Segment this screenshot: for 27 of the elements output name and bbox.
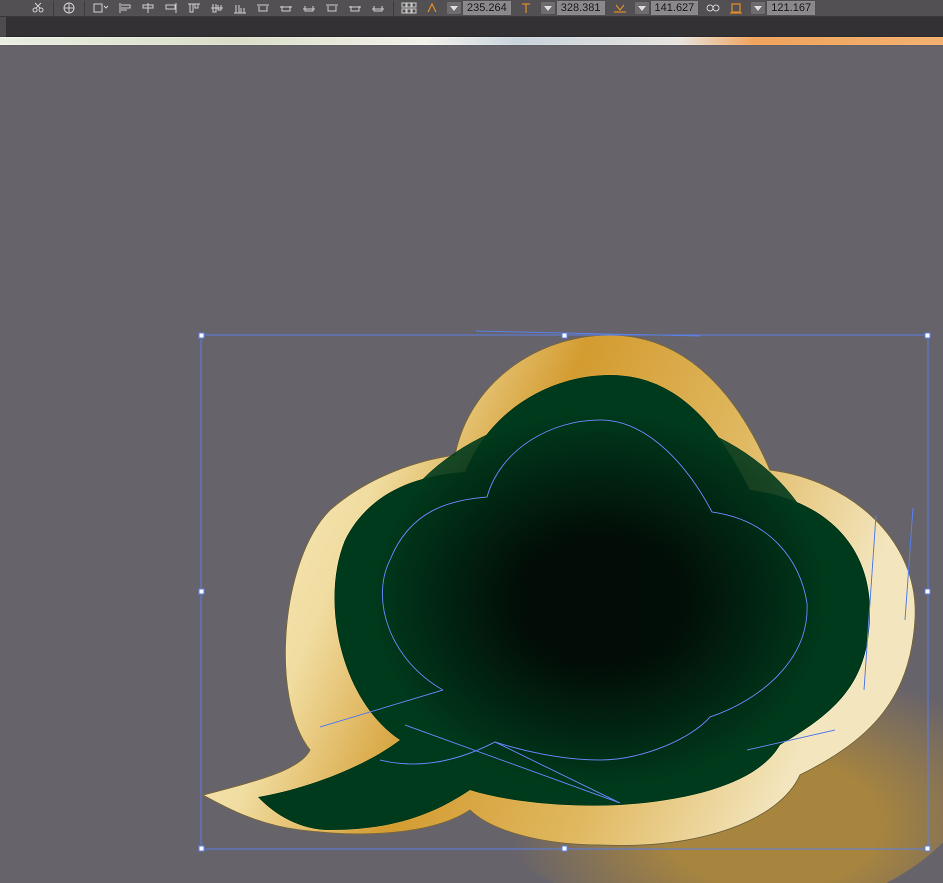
value-field[interactable]: 121.167 [767,1,816,15]
caret-icon [638,6,646,10]
dropdown-button[interactable] [447,2,461,14]
align-top-icon[interactable] [186,2,202,14]
align-middle-icon[interactable] [209,2,225,14]
align-right-icon[interactable] [163,2,179,14]
caret-icon [544,6,552,10]
dropdown-button[interactable] [751,2,766,14]
height-icon[interactable] [728,2,744,14]
distribute-top-icon[interactable] [255,2,271,14]
dropdown-button[interactable] [540,2,555,14]
value-field[interactable]: 328.381 [556,1,605,15]
align-bottom-icon[interactable] [232,2,248,14]
align-center-icon[interactable] [140,2,156,14]
link-icon[interactable] [705,2,722,14]
globe-icon[interactable] [61,2,77,14]
scissors-icon[interactable] [30,2,46,14]
caret-icon [450,6,458,10]
caret-icon [754,6,762,10]
width-icon[interactable] [612,2,628,14]
transform-icon[interactable] [92,2,110,14]
distribute-left-icon[interactable] [324,2,340,14]
value-field[interactable]: 141.627 [650,1,698,15]
value-field[interactable]: 235.264 [463,1,511,15]
dropdown-button[interactable] [634,2,649,14]
grid-icon[interactable] [401,2,417,14]
align-left-icon[interactable] [117,2,133,14]
